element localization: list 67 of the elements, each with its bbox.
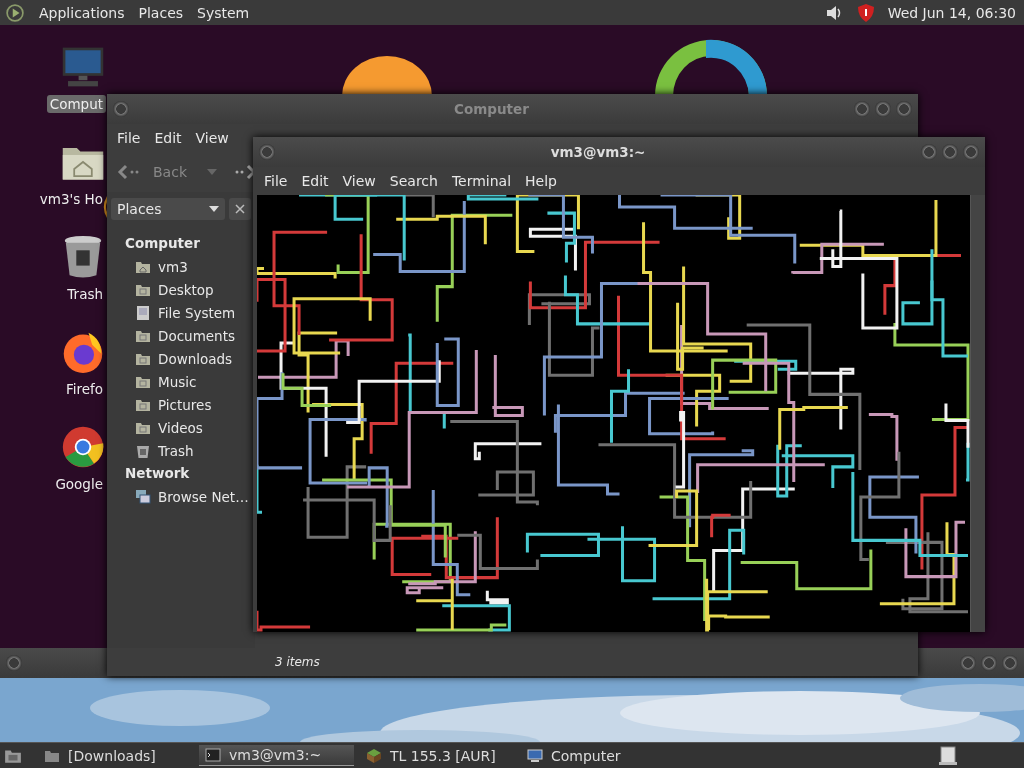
sidebar-item[interactable]: Desktop xyxy=(158,281,214,298)
back-arrow-icon[interactable] xyxy=(117,164,141,180)
clock[interactable]: Wed Jun 14, 06:30 xyxy=(887,4,1016,21)
menu-item[interactable]: Search xyxy=(383,173,444,189)
taskbar-button[interactable]: Computer xyxy=(521,745,676,766)
desktop-icon-label[interactable]: Trash xyxy=(64,285,106,303)
minimize-button[interactable] xyxy=(854,101,870,117)
desktop-icon-label[interactable]: Comput xyxy=(46,95,106,113)
cube-icon[interactable] xyxy=(366,747,382,764)
sidebar-heading: Network xyxy=(124,464,191,483)
menu-item[interactable]: Edit xyxy=(295,173,335,189)
caret-icon[interactable] xyxy=(207,169,217,175)
sidebar-item[interactable]: File System xyxy=(158,304,236,321)
dropdown-arrow-icon[interactable] xyxy=(209,206,219,212)
window-title: Computer xyxy=(453,101,530,117)
minimize-button[interactable] xyxy=(960,655,976,671)
maximize-button[interactable] xyxy=(981,655,997,671)
sidebar-item[interactable]: Music xyxy=(158,373,197,390)
menu-logo-icon[interactable] xyxy=(6,3,24,22)
places-dropdown[interactable]: Places xyxy=(111,198,225,220)
desktop-icon-label[interactable]: Google xyxy=(52,475,106,493)
workspace-icon[interactable] xyxy=(938,745,958,766)
close-sidebar-button[interactable] xyxy=(229,198,251,220)
close-button[interactable] xyxy=(896,101,912,117)
window-title: vm3@vm3:~ xyxy=(549,144,647,160)
sidebar-item[interactable]: Documents xyxy=(158,327,235,344)
shield-icon[interactable] xyxy=(855,2,876,23)
drive-icon xyxy=(135,304,151,321)
taskbar-button[interactable]: vm3@vm3:~ xyxy=(199,745,354,766)
sidebar-item[interactable]: Trash xyxy=(158,442,194,459)
maximize-button[interactable] xyxy=(942,144,958,160)
sidebar-item[interactable]: vm3 xyxy=(158,258,188,275)
maximize-button[interactable] xyxy=(875,101,891,117)
arc-drawing xyxy=(104,196,107,218)
computer-icon[interactable] xyxy=(527,747,543,764)
browser-icon[interactable] xyxy=(61,425,105,469)
close-icon[interactable] xyxy=(235,204,245,214)
sidebar-item[interactable]: Downloads xyxy=(158,350,233,367)
panel-menu[interactable]: Places xyxy=(133,4,189,21)
window-menu-button[interactable] xyxy=(259,144,275,160)
sidebar-heading: Computer xyxy=(124,234,201,253)
sidebar-item[interactable]: Browse Net… xyxy=(158,488,249,505)
scrollbar[interactable] xyxy=(970,195,985,632)
menu-item[interactable]: Help xyxy=(519,173,563,189)
desktop-icon-label[interactable]: vm3's Ho xyxy=(36,190,106,208)
taskbar-button[interactable]: [Downloads] xyxy=(38,745,193,766)
network-icon xyxy=(135,488,151,505)
terminal-icon[interactable] xyxy=(205,747,221,763)
minimize-button[interactable] xyxy=(921,144,937,160)
menu-item[interactable]: File xyxy=(258,173,294,189)
close-button[interactable] xyxy=(1002,655,1018,671)
menu-item[interactable]: Edit xyxy=(148,130,188,146)
menu-item[interactable]: View xyxy=(336,173,382,189)
browser-icon[interactable] xyxy=(61,330,105,374)
status-text: 3 items xyxy=(275,655,320,669)
desktop-icon-label[interactable]: Firefo xyxy=(62,380,106,398)
window-menu-button[interactable] xyxy=(113,101,129,117)
panel-menu[interactable]: System xyxy=(192,4,255,21)
taskbar-button[interactable]: TL 155.3 [AUR] xyxy=(360,745,515,766)
panel-menu[interactable]: Applications xyxy=(34,4,130,21)
window-menu-button[interactable] xyxy=(6,655,22,671)
menu-item[interactable]: Terminal xyxy=(445,173,518,189)
sidebar-item[interactable]: Pictures xyxy=(158,396,212,413)
close-button[interactable] xyxy=(963,144,979,160)
menu-item[interactable]: File xyxy=(111,130,147,146)
menu-item[interactable]: View xyxy=(189,130,235,146)
sidebar-item[interactable]: Videos xyxy=(158,419,203,436)
